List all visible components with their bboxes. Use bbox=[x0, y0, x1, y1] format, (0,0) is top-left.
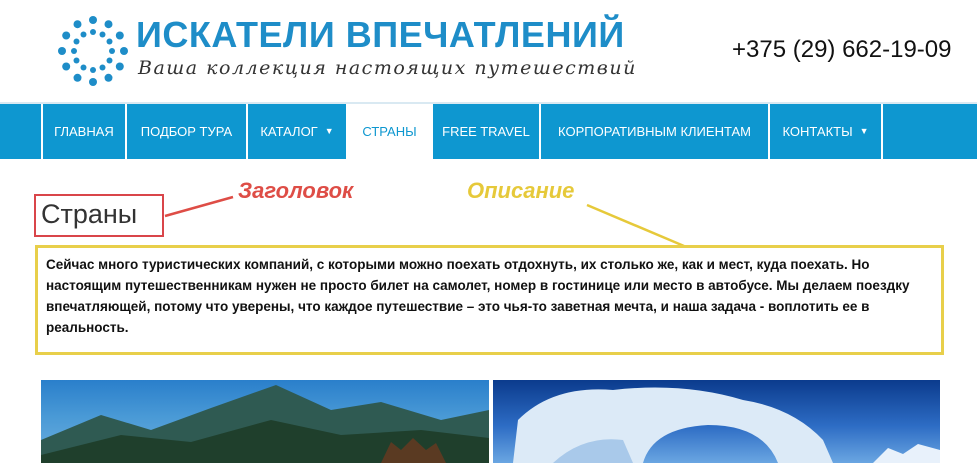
iceberg-image bbox=[513, 387, 940, 463]
nav-item-label: КОРПОРАТИВНЫМ КЛИЕНТАМ bbox=[558, 124, 751, 139]
description-annotation: Описание bbox=[467, 178, 575, 203]
site-header: ИСКАТЕЛИ ВПЕЧАТЛЕНИЙ Ваша коллекция наст… bbox=[0, 0, 977, 100]
nav-item-corporate-clients[interactable]: КОРПОРАТИВНЫМ КЛИЕНТАМ bbox=[541, 104, 770, 159]
nav-item-free-travel[interactable]: FREE TRAVEL bbox=[433, 104, 541, 159]
page-title: Страны bbox=[34, 194, 164, 237]
logo-title[interactable]: ИСКАТЕЛИ ВПЕЧАТЛЕНИЙ bbox=[136, 14, 625, 56]
sun-logo-icon[interactable] bbox=[58, 16, 128, 86]
description-annotation-arrow bbox=[586, 203, 685, 248]
main-navigation: ГЛАВНАЯ ПОДБОР ТУРА КАТАЛОГ ▼ СТРАНЫ FRE… bbox=[0, 102, 977, 159]
country-photo-mountains[interactable] bbox=[41, 380, 489, 463]
heading-annotation-arrow bbox=[164, 195, 234, 218]
nav-item-label: ГЛАВНАЯ bbox=[54, 124, 114, 139]
phone-number[interactable]: +375 (29) 662-19-09 bbox=[732, 36, 952, 64]
chevron-down-icon: ▼ bbox=[324, 125, 334, 136]
mountains-image bbox=[41, 385, 489, 463]
nav-item-catalog[interactable]: КАТАЛОГ ▼ bbox=[248, 104, 348, 159]
nav-item-label: FREE TRAVEL bbox=[442, 124, 530, 139]
heading-annotation: Заголовок bbox=[238, 178, 354, 203]
page-description: Сейчас много туристических компаний, с к… bbox=[35, 245, 944, 355]
nav-items: ГЛАВНАЯ ПОДБОР ТУРА КАТАЛОГ ▼ СТРАНЫ FRE… bbox=[41, 104, 883, 159]
nav-item-label: СТРАНЫ bbox=[362, 124, 417, 139]
nav-item-countries[interactable]: СТРАНЫ bbox=[348, 104, 433, 159]
nav-item-label: КАТАЛОГ bbox=[260, 124, 318, 139]
nav-item-contacts[interactable]: КОНТАКТЫ ▼ bbox=[770, 104, 883, 159]
nav-item-label: ПОДБОР ТУРА bbox=[140, 124, 233, 139]
nav-item-home[interactable]: ГЛАВНАЯ bbox=[41, 104, 127, 159]
country-photo-iceberg[interactable] bbox=[493, 380, 940, 463]
logo-tagline: Ваша коллекция настоящих путешествий bbox=[138, 57, 637, 79]
chevron-down-icon: ▼ bbox=[859, 125, 869, 136]
nav-item-tour-selection[interactable]: ПОДБОР ТУРА bbox=[127, 104, 248, 159]
nav-item-label: КОНТАКТЫ bbox=[782, 124, 853, 139]
